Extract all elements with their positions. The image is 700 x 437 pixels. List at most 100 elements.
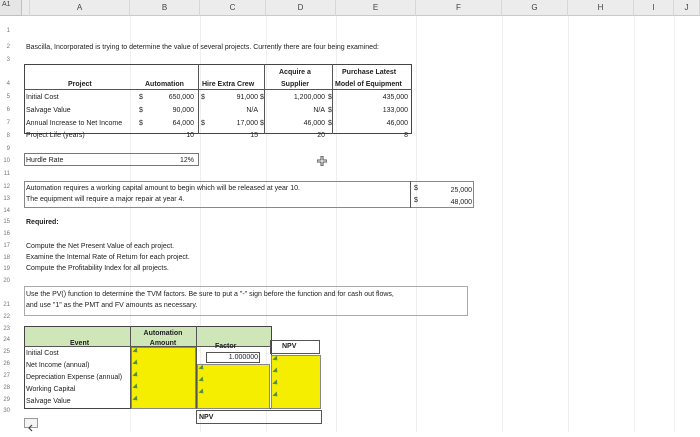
repair-amount[interactable]: 48,000: [430, 198, 472, 207]
row-header-30[interactable]: 30: [0, 408, 10, 414]
row-header-16[interactable]: 16: [0, 231, 10, 237]
automation-amount-inputs[interactable]: [131, 347, 196, 409]
row-header-5[interactable]: 5: [0, 94, 10, 100]
row-header-19[interactable]: 19: [0, 266, 10, 272]
row-header-6[interactable]: 6: [0, 107, 10, 113]
hurdle-rate-label[interactable]: Hurdle Rate: [26, 156, 63, 165]
acquire-a-header[interactable]: Acquire a: [279, 68, 311, 77]
row-header-15[interactable]: 15: [0, 219, 10, 225]
automation-annual[interactable]: 64,000: [150, 119, 194, 128]
automation-salvage[interactable]: 90,000: [150, 106, 194, 115]
working-capital-sym: $: [414, 185, 418, 192]
project-header[interactable]: Project: [68, 80, 92, 89]
row-header-10[interactable]: 10: [0, 158, 10, 164]
intro-text[interactable]: Bascilla, Incorporated is trying to dete…: [26, 43, 379, 52]
row-header-28[interactable]: 28: [0, 385, 10, 391]
column-header-f[interactable]: F: [416, 0, 502, 16]
column-header-c[interactable]: C: [200, 0, 266, 16]
column-header-i[interactable]: I: [634, 0, 674, 16]
row-header-17[interactable]: 17: [0, 243, 10, 249]
pv-instruction-line-2[interactable]: and use "1" as the PMT and FV amounts as…: [26, 301, 197, 310]
factor-inputs[interactable]: [197, 364, 270, 409]
row-label-annual-increase[interactable]: Annual Increase to Net Income: [26, 119, 122, 128]
scroll-left-button[interactable]: [24, 418, 38, 432]
supplier-annual[interactable]: 46,000: [270, 119, 325, 128]
automation-life[interactable]: 10: [150, 131, 194, 140]
task-pi[interactable]: Compute the Profitability Index for all …: [26, 264, 169, 273]
equipment-note[interactable]: The equipment will require a major repai…: [26, 195, 184, 204]
row-header-21[interactable]: 21: [0, 302, 10, 308]
equipment-initial-cost[interactable]: 435,000: [350, 93, 408, 102]
row-header-29[interactable]: 29: [0, 397, 10, 403]
equipment-salvage[interactable]: 133,000: [350, 106, 408, 115]
factor-cell[interactable]: [206, 352, 260, 363]
event-initial-cost[interactable]: Initial Cost: [26, 349, 59, 358]
cursor-cross-icon: [317, 156, 327, 166]
row-header-9[interactable]: 9: [0, 146, 10, 152]
row-header-20[interactable]: 20: [0, 278, 10, 284]
automation-note[interactable]: Automation requires a working capital am…: [26, 184, 300, 193]
column-header-h[interactable]: H: [568, 0, 634, 16]
event-salvage-value[interactable]: Salvage Value: [26, 397, 71, 406]
hurdle-rate-value[interactable]: 12%: [150, 156, 194, 165]
column-header-j[interactable]: J: [674, 0, 700, 16]
column-header-e[interactable]: E: [336, 0, 416, 16]
equipment-life[interactable]: 8: [350, 131, 408, 140]
automation-header[interactable]: Automation: [145, 80, 184, 89]
column-header-d[interactable]: D: [266, 0, 336, 16]
supplier-header[interactable]: Supplier: [281, 80, 309, 89]
task-npv[interactable]: Compute the Net Present Value of each pr…: [26, 242, 174, 251]
supplier-initial-cost[interactable]: 1,200,000: [270, 93, 325, 102]
crew-annual[interactable]: 17,000: [210, 119, 258, 128]
row-header-11[interactable]: 11: [0, 171, 10, 177]
working-capital-amount[interactable]: 25,000: [430, 186, 472, 195]
automation-sym: $: [139, 107, 143, 114]
equipment-sym: $: [328, 107, 332, 114]
supplier-life[interactable]: 20: [270, 131, 325, 140]
row-header-14[interactable]: 14: [0, 208, 10, 214]
automation-initial-cost[interactable]: 650,000: [150, 93, 194, 102]
row-header-23[interactable]: 23: [0, 326, 10, 332]
crew-sym: $: [201, 94, 205, 101]
supplier-salvage[interactable]: N/A: [270, 106, 325, 115]
row-header-24[interactable]: 24: [0, 337, 10, 343]
column-header-a[interactable]: A: [30, 0, 130, 16]
purchase-latest-header[interactable]: Purchase Latest: [342, 68, 396, 77]
row-header-13[interactable]: 13: [0, 196, 10, 202]
task-irr[interactable]: Examine the Internal Rate of Return for …: [26, 253, 190, 262]
event-working-capital[interactable]: Working Capital: [26, 385, 75, 394]
column-header-g[interactable]: G: [502, 0, 568, 16]
row-header-25[interactable]: 25: [0, 349, 10, 355]
row-header-18[interactable]: 18: [0, 255, 10, 261]
row-header-3[interactable]: 3: [0, 57, 10, 63]
row-label-initial-cost[interactable]: Initial Cost: [26, 93, 59, 102]
crew-life[interactable]: 15: [210, 131, 258, 140]
crew-initial-cost[interactable]: 91,000: [210, 93, 258, 102]
row-header-2[interactable]: 2: [0, 44, 10, 50]
name-box[interactable]: A1: [0, 0, 22, 16]
row-header-8[interactable]: 8: [0, 133, 10, 139]
row-header-26[interactable]: 26: [0, 361, 10, 367]
column-header-b[interactable]: B: [130, 0, 200, 16]
row-label-project-life[interactable]: Project Life (years): [26, 131, 85, 140]
crew-salvage[interactable]: N/A: [210, 106, 258, 115]
row-header-1[interactable]: 1: [0, 28, 10, 34]
pv-instruction-line-1[interactable]: Use the PV() function to determine the T…: [26, 290, 394, 299]
row-header-4[interactable]: 4: [0, 81, 10, 87]
required-heading[interactable]: Required:: [26, 218, 59, 227]
row-header-27[interactable]: 27: [0, 373, 10, 379]
row-label-salvage-value[interactable]: Salvage Value: [26, 106, 71, 115]
crew-sym: $: [201, 120, 205, 127]
npv-total-label[interactable]: NPV: [199, 413, 213, 422]
hire-extra-crew-header[interactable]: Hire Extra Crew: [202, 80, 254, 89]
npv-event-header[interactable]: Event: [70, 339, 89, 348]
row-header-22[interactable]: 22: [0, 314, 10, 320]
row-header-12[interactable]: 12: [0, 184, 10, 190]
event-net-income[interactable]: Net Income (annual): [26, 361, 89, 370]
npv-automation-header[interactable]: Automation: [130, 329, 196, 338]
model-of-equipment-header[interactable]: Model of Equipment: [335, 80, 402, 89]
equipment-annual[interactable]: 46,000: [350, 119, 408, 128]
event-depreciation[interactable]: Depreciation Expense (annual): [26, 373, 122, 382]
npv-factor-header[interactable]: Factor: [215, 342, 236, 351]
row-header-7[interactable]: 7: [0, 120, 10, 126]
